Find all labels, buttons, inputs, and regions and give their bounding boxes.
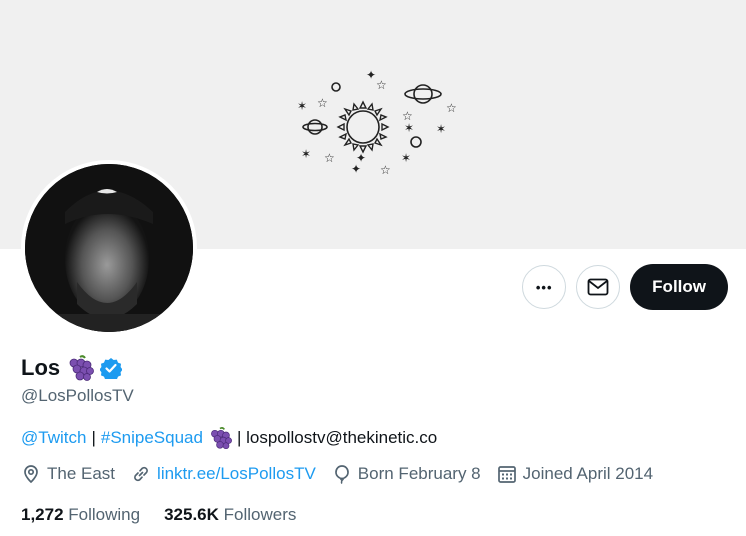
link-icon xyxy=(134,466,148,482)
svg-text:☆: ☆ xyxy=(446,101,457,115)
following-count: 1,272 xyxy=(21,505,64,524)
svg-text:☆: ☆ xyxy=(380,163,391,177)
profile-stats: 1,272 Following 325.6K Followers xyxy=(21,505,320,525)
display-name-row: Los xyxy=(21,354,123,382)
followers-label: Followers xyxy=(223,505,297,524)
svg-text:✶: ✶ xyxy=(404,121,414,135)
svg-text:✦: ✦ xyxy=(366,70,376,82)
followers-count: 325.6K xyxy=(164,505,219,524)
bio-email-text: | lospollostv@thekinetic.co xyxy=(236,428,438,447)
profile-meta: The East linktr.ee/LosPollosTV Born Febr… xyxy=(21,464,669,484)
display-name: Los xyxy=(21,355,61,380)
profile-avatar[interactable] xyxy=(21,160,197,336)
more-icon: ••• xyxy=(535,279,553,295)
envelope-icon xyxy=(587,278,609,296)
message-button[interactable] xyxy=(576,265,621,309)
website-link[interactable]: linktr.ee/LosPollosTV xyxy=(157,464,316,484)
svg-text:☆: ☆ xyxy=(376,78,387,92)
snipesquad-hashtag-link[interactable]: #SnipeSquad xyxy=(101,428,203,448)
joined-item: Joined April 2014 xyxy=(497,464,653,484)
birthday-text: Born February 8 xyxy=(357,464,481,483)
profile-actions: ••• Follow xyxy=(522,264,728,310)
svg-text:✶: ✶ xyxy=(297,99,307,113)
svg-text:✦: ✦ xyxy=(356,151,366,165)
location-pin-icon xyxy=(24,465,38,484)
verified-badge-icon[interactable] xyxy=(100,357,123,379)
profile-bio: @Twitch | #SnipeSquad | lospollostv@thek… xyxy=(21,426,437,450)
grapes-icon xyxy=(69,355,95,381)
celestial-doodle: ✦ ☆ ✶ ☆ ☆ ✶ ✶ ☆ ✶ ☆ ✦ ☆ ✶ ✦ xyxy=(297,70,457,177)
following-link[interactable]: 1,272 Following xyxy=(21,505,140,525)
location-item: The East xyxy=(21,464,115,484)
followers-link[interactable]: 325.6K Followers xyxy=(164,505,296,525)
bio-separator: | xyxy=(91,428,96,447)
grapes-icon xyxy=(211,427,232,450)
svg-text:✶: ✶ xyxy=(436,122,446,136)
more-button[interactable]: ••• xyxy=(522,265,567,309)
birthday-item: Born February 8 xyxy=(332,464,481,484)
twitch-mention-link[interactable]: @Twitch xyxy=(21,428,86,448)
balloon-icon xyxy=(334,465,349,484)
avatar-photo xyxy=(25,164,193,332)
svg-text:✶: ✶ xyxy=(301,147,311,161)
svg-text:✶: ✶ xyxy=(401,151,411,165)
user-handle: @LosPollosTV xyxy=(21,386,134,405)
location-text: The East xyxy=(47,464,116,483)
svg-text:☆: ☆ xyxy=(324,151,335,165)
joined-text: Joined April 2014 xyxy=(522,464,654,483)
following-label: Following xyxy=(68,505,141,524)
calendar-icon xyxy=(497,466,516,483)
website-item: linktr.ee/LosPollosTV xyxy=(131,464,316,484)
svg-text:☆: ☆ xyxy=(317,96,328,110)
follow-button[interactable]: Follow xyxy=(630,264,728,310)
